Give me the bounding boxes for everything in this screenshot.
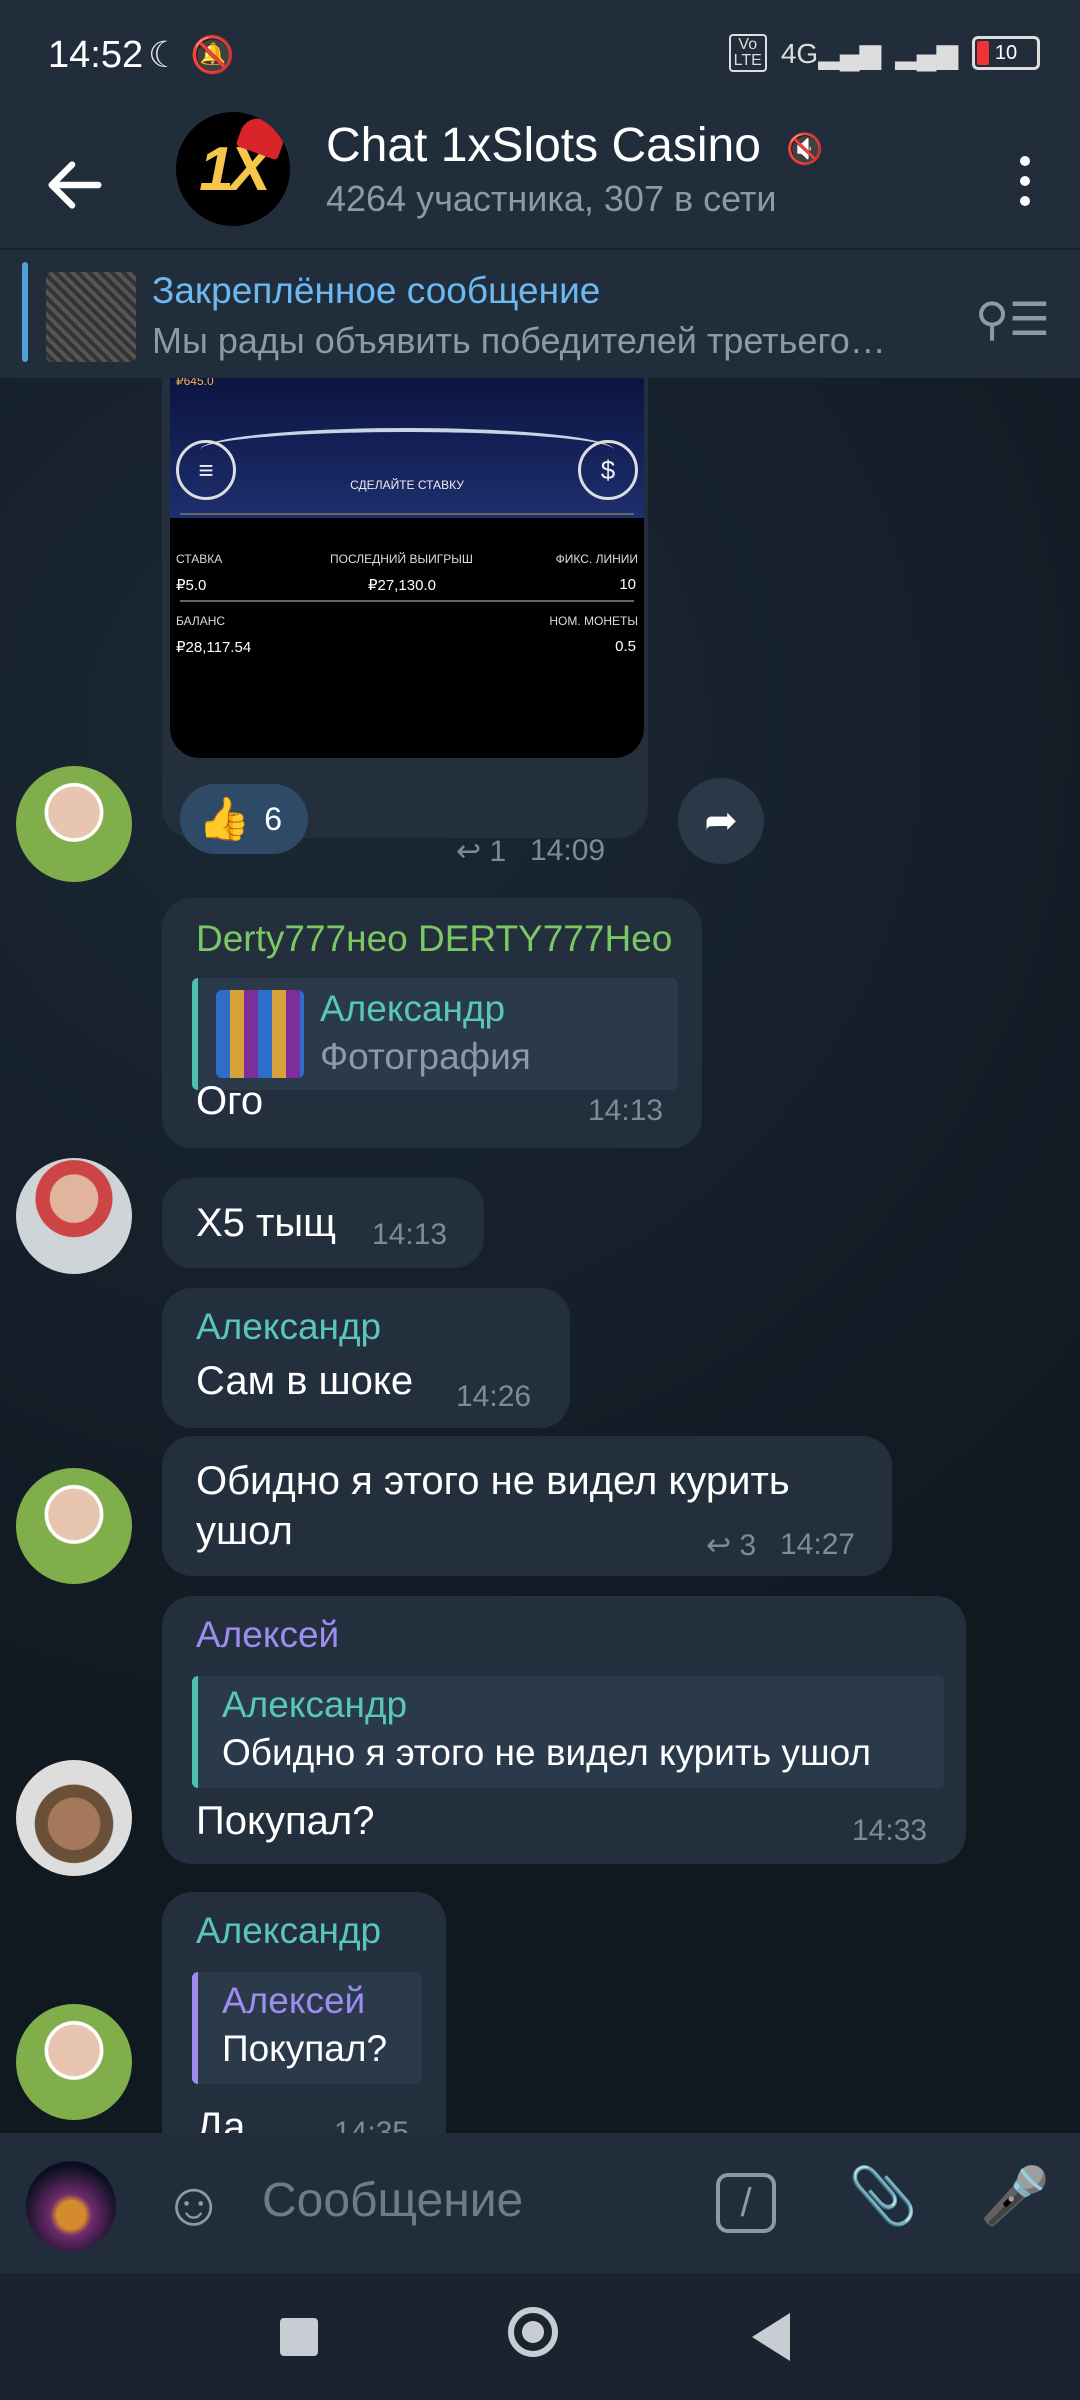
moon-icon: ☾ — [148, 34, 181, 75]
thumbs-up-icon: 👍 — [198, 794, 251, 842]
chat-title[interactable]: Chat 1xSlots Casino — [326, 118, 761, 173]
avatar[interactable] — [16, 1158, 132, 1274]
avatar[interactable] — [16, 1468, 132, 1584]
pinned-text: Мы рады объявить победителей третьего… — [152, 320, 886, 361]
status-bar: 14:52 ☾ 🔕 Vo LTE 4G▂▄▆ ▂▄▆ 10 — [0, 0, 1080, 118]
message-time: 14:35 — [334, 2116, 410, 2133]
more-menu-icon[interactable] — [1000, 146, 1050, 216]
message-time: 14:13 — [372, 1218, 448, 1251]
sender-name[interactable]: Derty777нео DERTY777Нео — [196, 918, 672, 960]
mute-icon: 🔇 — [786, 133, 824, 166]
message-time: 14:33 — [852, 1814, 928, 1847]
avatar[interactable] — [16, 1760, 132, 1876]
pinned-title: Закреплённое сообщение — [152, 270, 601, 311]
message-bubble[interactable]: Х5 тыщ 14:13 — [162, 1178, 484, 1268]
signal-2-icon: ▂▄▆ — [895, 37, 958, 69]
message-bubble[interactable]: Александр Сам в шоке 14:26 — [162, 1288, 570, 1428]
message-time: 14:26 — [456, 1380, 532, 1413]
back-icon[interactable] — [752, 2313, 790, 2361]
battery-icon: 10 — [972, 36, 1040, 70]
signal-icon: 4G▂▄▆ — [780, 37, 882, 69]
sender-name[interactable]: Александр — [196, 1306, 381, 1348]
sender-name[interactable]: Александр — [196, 1910, 381, 1952]
message-input-bar: ☺ Сообщение / 📎 🎤 — [0, 2133, 1080, 2273]
avatar[interactable] — [16, 2004, 132, 2120]
chat-header: 1X Chat 1xSlots Casino 🔇 4264 участника,… — [0, 112, 1080, 248]
back-arrow-icon[interactable] — [40, 150, 110, 220]
message-text: Ого — [196, 1079, 264, 1123]
microphone-icon[interactable]: 🎤 — [980, 2163, 1050, 2229]
message-time: 14:13 — [588, 1094, 664, 1127]
chat-members: 4264 участника, 307 в сети — [326, 178, 777, 219]
quote-thumbnail — [216, 990, 304, 1078]
message-bubble[interactable]: Derty777нео DERTY777Нео Александр Фотогр… — [162, 898, 702, 1148]
message-text: Х5 тыщ — [196, 1201, 337, 1245]
bot-commands-icon[interactable]: / — [716, 2173, 776, 2233]
send-as-avatar[interactable] — [26, 2161, 116, 2251]
reply-quote[interactable]: Александр Фотография — [192, 978, 678, 1090]
system-nav-bar — [0, 2273, 1080, 2400]
reaction-thumbs-up[interactable]: 👍 6 — [180, 784, 308, 854]
bell-off-icon: 🔕 — [190, 34, 236, 75]
message-bubble[interactable]: Александр Алексей Покупал? Да 14:35 — [162, 1892, 446, 2133]
emoji-icon[interactable]: ☺ — [162, 2169, 225, 2240]
message-text: Да — [196, 2105, 246, 2133]
pinned-message[interactable]: Закреплённое сообщение Мы рады объявить … — [0, 248, 1080, 380]
message-time: 14:27 — [780, 1528, 856, 1561]
sender-name[interactable]: Алексей — [196, 1614, 339, 1656]
message-bubble[interactable]: Обидно я этого не видел курить ушол ↩ 3 … — [162, 1436, 892, 1576]
message-bubble[interactable]: Алексей Александр Обидно я этого не виде… — [162, 1596, 966, 1864]
message-text: Покупал? — [196, 1799, 375, 1843]
message-input[interactable]: Сообщение — [262, 2173, 523, 2228]
attach-icon[interactable]: 📎 — [848, 2163, 918, 2229]
message-text: Обидно я этого не видел курить ушол — [196, 1459, 790, 1553]
reply-count[interactable]: ↩ 3 — [706, 1528, 756, 1563]
message-text: Сам в шоке — [196, 1359, 414, 1403]
chat-avatar[interactable]: 1X — [176, 112, 290, 226]
message-time: 14:09 — [530, 834, 606, 867]
reply-count[interactable]: ↩ 1 — [456, 834, 506, 869]
reply-quote[interactable]: Алексей Покупал? — [192, 1972, 422, 2084]
game-screenshot-image[interactable]: ₽645.0 ≡ $ СДЕЛАЙТЕ СТАВКУ СТАВКА ПОСЛЕД… — [170, 378, 644, 758]
pinned-list-icon[interactable]: ⚲☰ — [975, 292, 1050, 346]
reply-quote[interactable]: Александр Обидно я этого не видел курить… — [192, 1676, 944, 1788]
pinned-thumbnail — [46, 272, 136, 362]
home-icon[interactable] — [508, 2307, 558, 2357]
avatar[interactable] — [16, 766, 132, 882]
volte-icon: Vo LTE — [728, 34, 767, 72]
status-time: 14:52 — [48, 34, 144, 76]
share-icon[interactable]: ➦ — [678, 778, 764, 864]
chat-area: ₽645.0 ≡ $ СДЕЛАЙТЕ СТАВКУ СТАВКА ПОСЛЕД… — [0, 378, 1080, 2133]
recents-icon[interactable] — [280, 2318, 318, 2356]
